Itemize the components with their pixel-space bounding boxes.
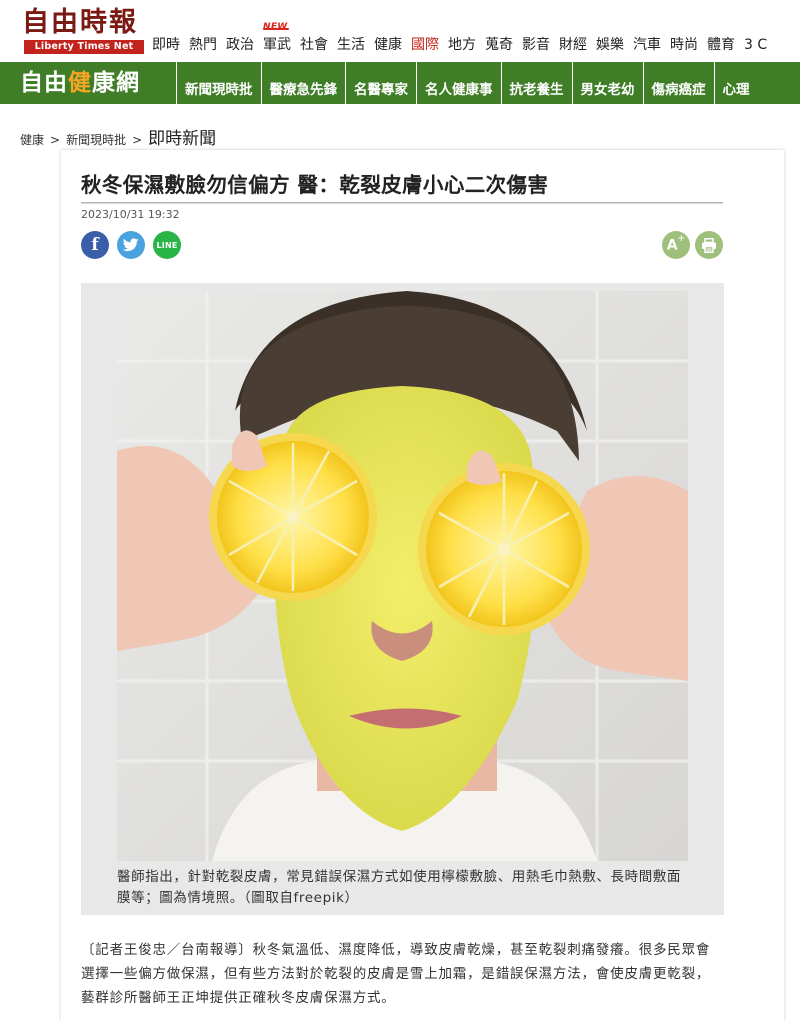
nav-item-10[interactable]: 影音 [522,35,550,57]
nav-item-12[interactable]: 娛樂 [596,35,624,57]
nav-item-1[interactable]: 熱門 [189,35,217,57]
line-icon: LINE [156,240,178,250]
article-photo-block: 醫師指出，針對乾裂皮膚，常見錯誤保濕方式如使用檸檬敷臉、用熱毛巾熱敷、長時間敷面… [81,283,724,915]
section-nav-item-2[interactable]: 名醫專家 [345,62,416,104]
nav-item-6[interactable]: 健康 [374,35,402,57]
print-icon [702,237,716,253]
section-nav-item-4[interactable]: 抗老養生 [500,62,572,104]
article-tools: A+ [657,231,723,259]
photo-caption: 醫師指出，針對乾裂皮膚，常見錯誤保濕方式如使用檸檬敷臉、用熱毛巾熱敷、長時間敷面… [117,869,681,906]
health-logo-part1: 自由 [20,70,68,96]
section-nav-item-5[interactable]: 男女老幼 [571,62,643,104]
section-nav-label: 新聞現時批 [185,82,253,98]
section-nav-label: 名醫專家 [354,82,408,98]
font-size-button[interactable]: A+ [662,231,690,259]
article-photo[interactable] [117,291,688,861]
facebook-share-button[interactable]: f [81,231,109,259]
section-nav-item-7[interactable]: 心理 [713,62,758,104]
nav-item-9[interactable]: 蒐奇 [485,35,513,57]
article-title: 秋冬保濕敷臉勿信偏方 醫：乾裂皮膚小心二次傷害 [81,173,549,197]
section-nav-label: 抗老養生 [509,82,564,98]
health-section-nav: 新聞現時批 醫療急先鋒 名醫專家 名人健康事 抗老養生 男女老幼 傷病癌症 心理 [176,62,758,104]
section-nav-label: 男女老幼 [580,82,635,98]
section-nav-item-1[interactable]: 醫療急先鋒 [260,62,346,104]
section-nav-item-0[interactable]: 新聞現時批 [176,62,261,104]
nav-item-11[interactable]: 財經 [559,35,587,57]
nav-item-15[interactable]: 體育 [707,35,735,57]
breadcrumb-separator: > [132,133,143,147]
nav-item-5[interactable]: 生活 [337,35,365,57]
breadcrumb-separator: > [50,133,61,147]
section-nav-item-6[interactable]: 傷病癌症 [642,62,714,104]
nav-item-14[interactable]: 時尚 [670,35,698,57]
nav-item-7[interactable]: 國際 [411,35,439,57]
lemon-face-mask-photo [117,291,688,861]
article-date: 2023/10/31 19:32 [81,208,180,221]
font-size-icon: A+ [666,233,686,254]
health-logo-accent: 健 [68,70,92,96]
nav-item-2[interactable]: 政治 [226,35,254,57]
font-size-letter: A [666,237,678,254]
site-header: 自由時報 Liberty Times Net 即時 熱門 政治 軍武 NEW 社會 生活 健康… [0,0,800,62]
breadcrumb-health[interactable]: 健康 [20,131,44,148]
article-card: 秋冬保濕敷臉勿信偏方 醫：乾裂皮膚小心二次傷害 2023/10/31 19:32… [61,150,784,1020]
facebook-icon: f [91,235,99,255]
breadcrumb: 健康 > 新聞現時批 > 即時新聞 [20,124,216,149]
health-section-bar: 自由健康網 新聞現時批 醫療急先鋒 名醫專家 名人健康事 抗老養生 男女老幼 傷病癌症 心理 [0,62,800,104]
title-divider [81,202,723,204]
nav-item-3[interactable]: 軍武 NEW [263,22,291,57]
nav-item-13[interactable]: 汽車 [633,35,661,57]
section-nav-item-3[interactable]: 名人健康事 [416,62,501,104]
breadcrumb-current: 即時新聞 [148,129,217,149]
logo-english-text: Liberty Times Net [24,40,144,54]
logo-chinese-text: 自由時報 [22,7,138,38]
nav-item-8[interactable]: 地方 [448,35,476,57]
print-button[interactable] [695,231,723,259]
twitter-share-button[interactable] [117,231,145,259]
new-badge: NEW [263,17,289,37]
section-nav-label: 心理 [722,82,750,98]
health-logo-part2: 康網 [92,70,140,96]
section-nav-label: 傷病癌症 [651,82,706,98]
section-nav-label: 醫療急先鋒 [269,82,338,98]
twitter-icon [123,238,139,252]
article-body: 〔記者王俊忠／台南報導〕秋冬氣溫低、濕度降低，導致皮膚乾燥，甚至乾裂刺痛發癢。很… [81,942,711,1006]
liberty-times-logo[interactable]: 自由時報 Liberty Times Net [22,7,146,55]
line-share-button[interactable]: LINE [153,231,181,259]
nav-item-16[interactable]: 3 C [744,35,767,57]
font-size-plus: + [677,233,686,244]
breadcrumb-news[interactable]: 新聞現時批 [66,131,126,148]
nav-item-0[interactable]: 即時 [152,35,180,57]
section-nav-label: 名人健康事 [425,82,493,98]
main-nav: 即時 熱門 政治 軍武 NEW 社會 生活 健康 國際 地方 蒐奇 影音 財經 娛樂 汽車 時尚 體育 3 C [152,22,776,57]
share-buttons: f LINE [81,231,189,259]
health-site-logo[interactable]: 自由健康網 [20,67,140,99]
nav-item-4[interactable]: 社會 [300,35,328,57]
